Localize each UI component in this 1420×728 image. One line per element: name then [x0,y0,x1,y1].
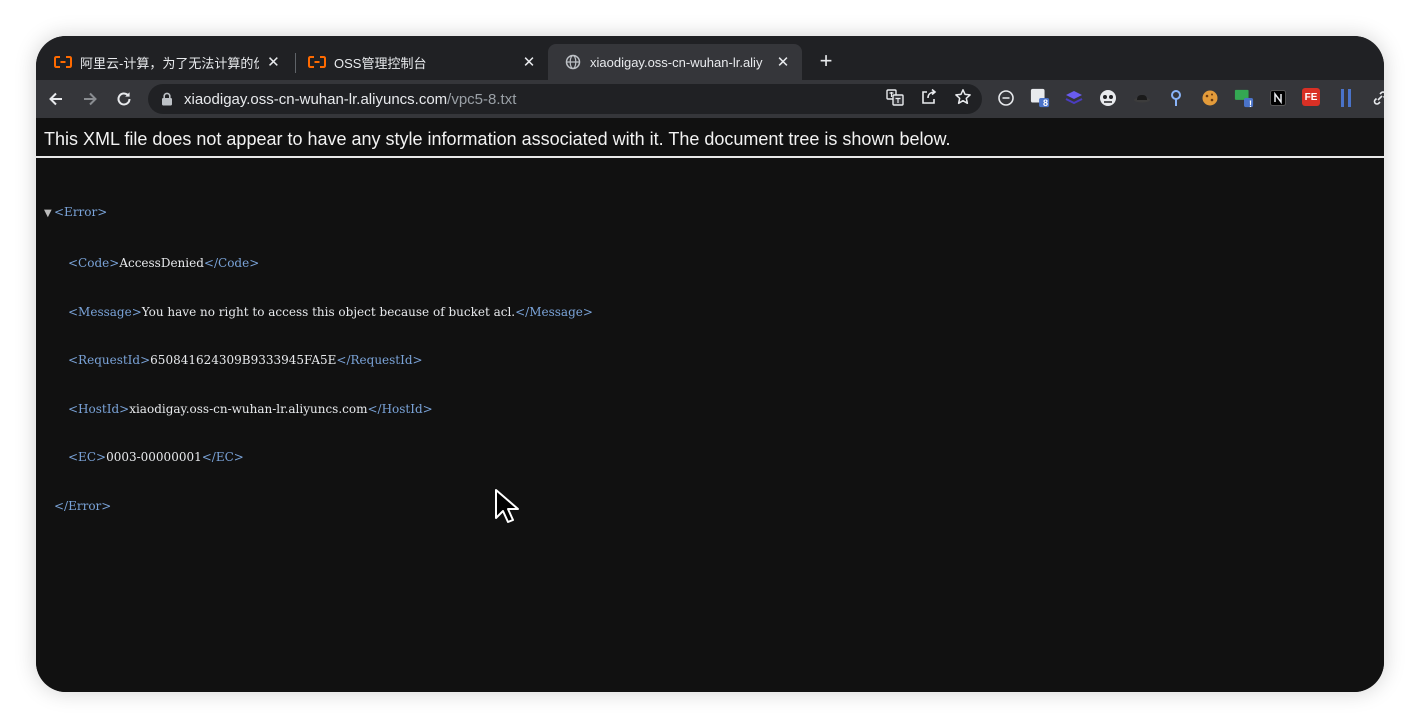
extension-badge-count: 8 [1043,98,1049,108]
tab-title: 阿里云-计算，为了无法计算的价 [80,55,259,71]
xml-ec-line: <EC>0003-00000001</EC> [44,449,593,465]
extension-alert-badge: ! [1249,99,1252,109]
xml-tag: </HostId> [367,401,433,416]
extension-badge-icon[interactable]: 8 [1030,88,1050,108]
tab-aliyun-home[interactable]: 阿里云-计算，为了无法计算的价 ✕ [38,44,292,80]
xml-requestid-value: 650841624309B9333945FA5E [150,353,337,368]
xml-code-value: AccessDenied [119,256,204,271]
xml-tag: </EC> [201,450,244,465]
aliyun-icon [308,55,326,69]
xml-tag: </Message> [515,304,593,319]
tab-xml-file[interactable]: xiaodigay.oss-cn-wuhan-lr.aliy ✕ [548,44,802,80]
xml-tag: <Error> [54,205,108,220]
cookie-icon[interactable] [1200,88,1220,108]
mouse-cursor-icon [495,489,519,523]
xml-tag: </Error> [54,499,112,514]
xml-hostid-value: xiaodigay.oss-cn-wuhan-lr.aliyuncs.com [129,401,368,416]
zoom-out-icon[interactable] [996,88,1016,108]
xml-tag: <Code> [68,256,120,271]
fe-extension-icon[interactable]: FE [1302,88,1320,106]
reload-icon [117,92,131,106]
bookmark-star-icon[interactable] [954,88,972,106]
xml-message-value: You have no right to access this object … [141,304,516,319]
xml-root-open-line: ▼ <Error> [44,204,593,222]
layers-extension-icon[interactable] [1064,88,1084,108]
xml-tag: </Code> [203,256,260,271]
xml-tag: <Message> [68,304,142,319]
aliyun-icon [54,55,72,69]
xml-ec-value: 0003-00000001 [106,450,202,465]
page-content: This XML file does not appear to have an… [36,118,1384,692]
xml-tag: <HostId> [68,401,130,416]
link-extension-icon[interactable] [1370,88,1384,108]
hat-extension-icon[interactable] [1132,88,1152,108]
xml-tag: <RequestId> [68,353,151,368]
address-bar[interactable]: xiaodigay.oss-cn-wuhan-lr.aliyuncs.com/v… [148,84,982,114]
new-tab-button[interactable]: + [814,50,838,74]
share-icon[interactable] [920,88,938,106]
notion-extension-icon[interactable] [1268,88,1288,108]
arrow-right-icon [84,92,97,106]
url-text[interactable]: xiaodigay.oss-cn-wuhan-lr.aliyuncs.com/v… [184,91,516,108]
url-path: /vpc5-8.txt [447,90,517,108]
xml-hostid-line: <HostId>xiaodigay.oss-cn-wuhan-lr.aliyun… [44,401,593,417]
xml-code-line: <Code>AccessDenied</Code> [44,255,593,271]
globe-icon [564,54,582,70]
close-icon[interactable]: ✕ [265,53,282,71]
xml-tag: <EC> [68,450,107,465]
xml-style-notice: This XML file does not appear to have an… [36,118,1384,158]
forward-button[interactable] [78,87,102,111]
close-icon[interactable]: ✕ [520,53,538,71]
xml-requestid-line: <RequestId>650841624309B9333945FA5E</Req… [44,352,593,368]
fe-extension-label: FE [1304,91,1318,103]
xml-message-line: <Message>You have no right to access thi… [44,304,593,320]
collapse-triangle-icon[interactable]: ▼ [44,206,54,222]
url-host: xiaodigay.oss-cn-wuhan-lr.aliyuncs.com [184,90,448,108]
tab-strip: 阿里云-计算，为了无法计算的价 ✕ OSS管理控制台 ✕ xiaodigay.o… [36,36,1384,80]
split-extension-icon[interactable] [1336,88,1356,108]
monitor-extension-icon[interactable]: ! [1234,88,1254,109]
ghost-extension-icon[interactable] [1098,88,1118,108]
xml-tag: </RequestId> [336,353,423,368]
arrow-left-icon [49,92,62,106]
browser-window: 阿里云-计算，为了无法计算的价 ✕ OSS管理控制台 ✕ xiaodigay.o… [36,36,1384,692]
tab-oss-console[interactable]: OSS管理控制台 ✕ [292,44,548,80]
back-button[interactable] [44,87,68,111]
reload-button[interactable] [112,87,136,111]
close-icon[interactable]: ✕ [774,53,792,71]
translate-icon[interactable] [886,88,904,106]
toolbar: xiaodigay.oss-cn-wuhan-lr.aliyuncs.com/v… [36,80,1384,118]
tab-title: xiaodigay.oss-cn-wuhan-lr.aliy [590,54,763,70]
location-pin-icon[interactable] [1166,88,1186,108]
tab-title: OSS管理控制台 [334,55,427,71]
lock-icon[interactable] [160,92,174,106]
